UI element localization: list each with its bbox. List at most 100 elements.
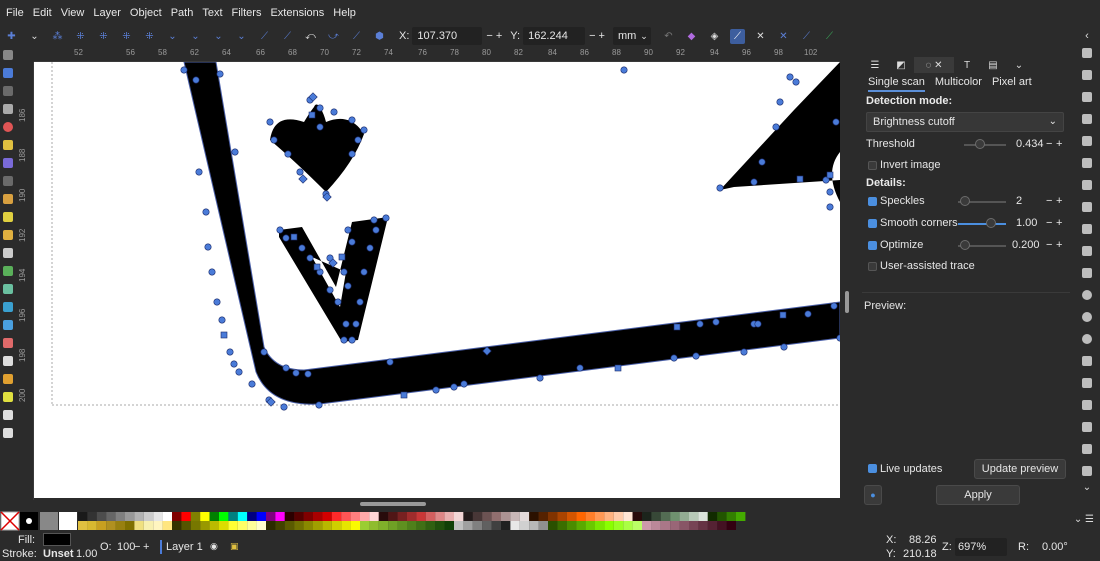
vertical-scrollbar[interactable] [845, 291, 849, 313]
mesh-tool-icon[interactable] [3, 284, 13, 294]
threshold-increment[interactable]: + [1056, 138, 1062, 150]
menu-filters[interactable]: Filters [232, 7, 262, 19]
group-icon[interactable] [1082, 422, 1092, 432]
menu-file[interactable]: File [6, 7, 24, 19]
show-clip-icon[interactable]: ◆ [684, 29, 699, 44]
new-document-icon[interactable] [1082, 48, 1092, 58]
trace-tab-icon[interactable]: ◌ ✕ [914, 57, 954, 73]
join-segment-icon[interactable]: ⌄ [211, 29, 226, 44]
dropdown-chevron-icon[interactable]: ⌄ [27, 29, 42, 44]
node-smooth-icon[interactable]: ⟋ [280, 29, 295, 44]
optimize-decrement[interactable]: − [1046, 239, 1052, 251]
speckles-value[interactable]: 2 [1016, 195, 1022, 207]
opacity-stepper[interactable]: − [134, 541, 140, 553]
tab-pixel-art[interactable]: Pixel art [992, 76, 1032, 92]
node-cusp-icon[interactable]: ⟋ [257, 29, 272, 44]
box3d-tool-icon[interactable] [3, 158, 13, 168]
pencil-tool-icon[interactable] [3, 194, 13, 204]
duplicate-icon[interactable] [1082, 356, 1092, 366]
spiral-tool-icon[interactable] [3, 176, 13, 186]
paste-icon[interactable] [1082, 268, 1092, 278]
spray-tool-icon[interactable] [3, 374, 13, 384]
show-path-outline-icon[interactable]: ⟋ [729, 28, 745, 44]
stroke-width[interactable]: 1.00 [76, 548, 97, 560]
eye-icon[interactable]: ◉ [210, 541, 218, 552]
next-path-effect-icon[interactable]: ⟋ [799, 29, 814, 44]
speckles-increment[interactable]: + [1056, 195, 1062, 207]
segment-line-icon[interactable]: ⟋ [349, 29, 364, 44]
dropper-tool-icon[interactable] [3, 302, 13, 312]
segment-curve-icon[interactable]: ⬢ [372, 29, 387, 44]
unit-select[interactable]: mm ⌄ [612, 27, 651, 45]
fill-swatch[interactable] [43, 533, 71, 546]
eraser-tool-icon[interactable] [3, 338, 13, 348]
insert-node-icon[interactable]: ⁂ [50, 29, 65, 44]
menu-text[interactable]: Text [202, 7, 222, 19]
threshold-decrement[interactable]: − [1046, 138, 1052, 150]
menu-layer[interactable]: Layer [93, 7, 121, 19]
smooth-corners-increment[interactable]: + [1056, 217, 1062, 229]
print-icon[interactable] [1082, 114, 1092, 124]
menu-object[interactable]: Object [130, 7, 162, 19]
unlink-clone-icon[interactable] [1082, 400, 1092, 410]
lock-icon[interactable]: ▣ [230, 541, 239, 552]
save-document-icon[interactable] [1082, 92, 1092, 102]
zoom-input[interactable]: 697% [955, 538, 1007, 556]
layer-name[interactable]: Layer 1 [166, 541, 203, 553]
smooth-corners-slider-track[interactable] [958, 223, 1006, 225]
zoom-drawing-icon[interactable] [1082, 312, 1092, 322]
trace-options-button[interactable]: ● [864, 485, 882, 505]
menu-path[interactable]: Path [171, 7, 194, 19]
ellipse-tool-icon[interactable] [3, 122, 13, 132]
fill-stroke-tab-icon[interactable]: ◩ [888, 57, 914, 73]
delete-node-icon[interactable]: ⁜ [142, 29, 157, 44]
insert-min-y-icon[interactable]: ⁜ [119, 29, 134, 44]
optimize-checkbox[interactable] [868, 241, 877, 250]
smooth-corners-checkbox[interactable] [868, 219, 877, 228]
pen-tool-icon[interactable] [3, 212, 13, 222]
x-increment-button[interactable]: + [496, 30, 502, 42]
cut-icon[interactable] [1082, 246, 1092, 256]
optimize-increment[interactable]: + [1056, 239, 1062, 251]
measure-tool-icon[interactable] [3, 392, 13, 402]
x-coordinate-input[interactable]: 107.370 [412, 27, 483, 45]
node-tool-icon[interactable] [3, 68, 13, 78]
x-decrement-button[interactable]: − [486, 30, 492, 42]
transform-handles-icon[interactable]: ↶ [661, 29, 676, 44]
gradient-tool-icon[interactable] [3, 266, 13, 276]
pages-tool-icon[interactable] [3, 428, 13, 438]
opacity-value[interactable]: 100 [117, 541, 135, 553]
break-path-icon[interactable]: ⌄ [188, 29, 203, 44]
path-effect-icon[interactable]: ⟋ [822, 29, 837, 44]
rotation-value[interactable]: 0.00° [1042, 541, 1068, 553]
show-handles-icon[interactable]: ✕ [753, 29, 768, 44]
collapse-panel-icon[interactable]: ‹ [1085, 30, 1089, 42]
threshold-value[interactable]: 0.434 [1016, 138, 1044, 150]
rect-tool-icon[interactable] [3, 104, 13, 114]
calligraphy-tool-icon[interactable] [3, 230, 13, 240]
tweak-tool-icon[interactable] [3, 86, 13, 96]
ungroup-icon[interactable] [1082, 444, 1092, 454]
redo-icon[interactable] [1082, 202, 1092, 212]
connector-tool-icon[interactable] [3, 356, 13, 366]
star-tool-icon[interactable] [3, 140, 13, 150]
xml-editor-icon[interactable] [1082, 466, 1092, 476]
opacity-stepper-plus[interactable]: + [143, 541, 149, 553]
show-mask-icon[interactable]: ◈ [707, 29, 722, 44]
text-tool-icon[interactable] [3, 248, 13, 258]
delete-segment-icon[interactable]: ⌄ [234, 29, 249, 44]
palette-menu-icon[interactable]: ⌄ ☰ [1074, 514, 1094, 525]
horizontal-scrollbar[interactable] [360, 502, 426, 506]
insert-min-x-icon[interactable]: ⁜ [73, 29, 88, 44]
y-decrement-button[interactable]: − [589, 30, 595, 42]
zoom-page-icon[interactable] [1082, 334, 1092, 344]
optimize-slider-handle[interactable] [960, 240, 970, 250]
show-transform-icon[interactable]: ✕ [776, 29, 791, 44]
detection-mode-select[interactable]: Brightness cutoff ⌄ [866, 112, 1064, 132]
menu-view[interactable]: View [61, 7, 85, 19]
corner-spike-shape[interactable] [720, 62, 840, 202]
threshold-slider-track[interactable] [964, 144, 1006, 146]
menu-help[interactable]: Help [333, 7, 356, 19]
open-document-icon[interactable] [1082, 70, 1092, 80]
optimize-value[interactable]: 0.200 [1012, 239, 1040, 251]
